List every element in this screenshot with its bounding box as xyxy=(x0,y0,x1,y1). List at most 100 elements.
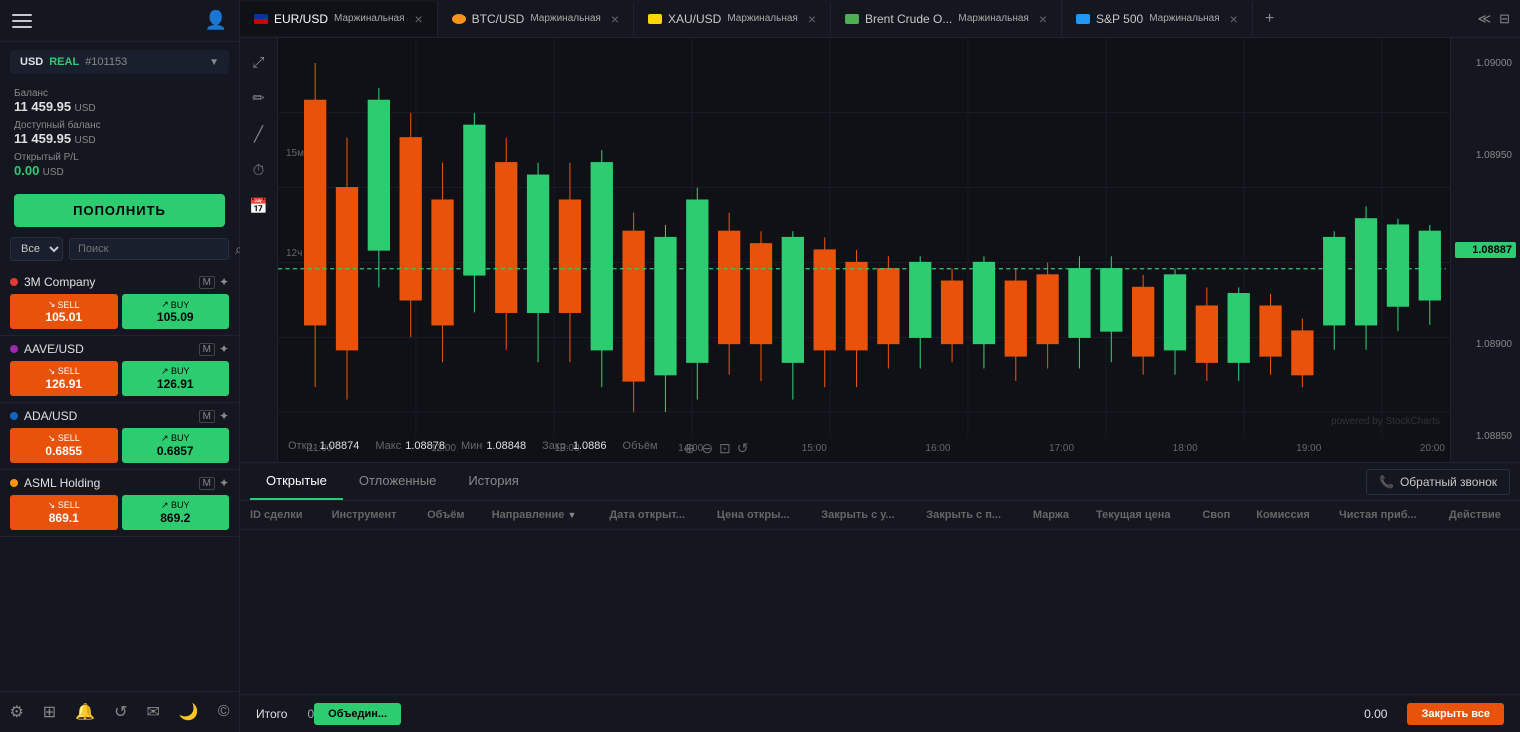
buy-button[interactable]: ↗ BUY 0.6857 xyxy=(122,428,230,463)
low-value: 1.08848 xyxy=(486,440,526,457)
instrument-indicator xyxy=(10,412,18,420)
time-label-1900: 19:00 xyxy=(1296,443,1321,454)
candlestick-chart xyxy=(278,38,1520,462)
line-tool[interactable]: ╱ xyxy=(245,120,273,148)
search-input[interactable] xyxy=(69,238,229,260)
tab-history[interactable]: История xyxy=(452,463,534,500)
open-value: 1.08874 xyxy=(320,440,360,457)
bottom-panel: Открытые Отложенные История 📞 Обратный з… xyxy=(240,462,1520,732)
col-swap: Своп xyxy=(1192,501,1246,530)
bottom-tabs-bar: Открытые Отложенные История 📞 Обратный з… xyxy=(240,463,1520,501)
pnl-label: Открытый Р/L xyxy=(14,152,225,163)
tab-close-icon[interactable]: × xyxy=(1230,11,1238,27)
tab-xauusd[interactable]: XAU/USD Маржинальная × xyxy=(634,2,831,36)
callback-label: Обратный звонок xyxy=(1400,475,1497,489)
category-filter[interactable]: Все xyxy=(10,237,63,261)
price-level-2: 1.08950 xyxy=(1455,150,1516,161)
notification-icon[interactable]: 🔔 xyxy=(75,702,95,722)
cursor-tool[interactable]: ⤢ xyxy=(245,48,273,76)
star-icon[interactable]: ✦ xyxy=(219,342,229,356)
zoom-in-icon[interactable]: ⊕ xyxy=(684,440,696,457)
btcusd-icon xyxy=(452,14,466,24)
tab-sublabel: Маржинальная xyxy=(334,13,404,24)
star-icon[interactable]: ✦ xyxy=(219,476,229,490)
chart-collapse-icon[interactable]: ≪ xyxy=(1477,11,1491,27)
tab-open-positions[interactable]: Открытые xyxy=(250,463,343,500)
sell-button[interactable]: ↘ SELL 105.01 xyxy=(10,294,118,329)
zoom-out-icon[interactable]: ⊖ xyxy=(701,440,713,457)
sidebar-footer: ⚙ ⊞ 🔔 ↺ ✉ 🌙 © xyxy=(0,691,239,732)
tab-label: S&P 500 xyxy=(1096,12,1143,26)
col-open-date: Дата открыт... xyxy=(599,501,707,530)
buy-button[interactable]: ↗ BUY 126.91 xyxy=(122,361,230,396)
tab-sublabel: Маржинальная xyxy=(958,13,1028,24)
col-instrument: Инструмент xyxy=(322,501,417,530)
time-label-1600: 16:00 xyxy=(925,443,950,454)
buy-button[interactable]: ↗ BUY 105.09 xyxy=(122,294,230,329)
user-avatar-icon[interactable]: 👤 xyxy=(205,10,227,31)
settings-icon[interactable]: ⚙ xyxy=(9,702,23,722)
tab-close-icon[interactable]: × xyxy=(414,11,422,27)
chart-settings-icon[interactable]: ⊟ xyxy=(1499,11,1510,27)
tab-eurusd[interactable]: EUR/USD Маржинальная × xyxy=(240,2,438,36)
mail-icon[interactable]: ✉ xyxy=(146,702,159,722)
tab-close-icon[interactable]: × xyxy=(808,11,816,27)
tab-close-icon[interactable]: × xyxy=(1039,11,1047,27)
tab-label: Brent Crude O... xyxy=(865,12,952,26)
col-current-price: Текущая цена xyxy=(1086,501,1192,530)
pnl-amount: 0.00 xyxy=(14,163,39,178)
star-icon[interactable]: ✦ xyxy=(219,275,229,289)
col-open-price: Цена откры... xyxy=(707,501,811,530)
refresh-icon[interactable]: ↺ xyxy=(114,702,127,722)
clock-tool[interactable]: ⏱ xyxy=(245,156,273,184)
instrument-indicator xyxy=(10,345,18,353)
account-selector[interactable]: USD REAL #101153 ▼ xyxy=(10,50,229,74)
menu-icon[interactable] xyxy=(12,14,32,28)
low-label: Мин xyxy=(461,440,482,457)
balance-currency: USD xyxy=(74,103,95,114)
tab-brent[interactable]: Brent Crude O... Маржинальная × xyxy=(831,2,1062,36)
grid-icon[interactable]: ⊞ xyxy=(43,702,56,722)
tab-sublabel: Маржинальная xyxy=(530,13,600,24)
sp500-icon xyxy=(1076,14,1090,24)
add-tab-button[interactable]: + xyxy=(1253,1,1286,37)
reset-icon[interactable]: ↺ xyxy=(737,440,749,457)
col-id: ID сделки xyxy=(240,501,322,530)
interval-12h-label: 12ч xyxy=(286,248,302,259)
total-value: 0 xyxy=(307,707,314,721)
merge-button[interactable]: Объедин... xyxy=(314,703,401,725)
current-price-label: 1.08887 xyxy=(1455,242,1516,258)
col-close-sl: Закрыть с у... xyxy=(811,501,916,530)
tab-btcusd[interactable]: BTC/USD Маржинальная × xyxy=(438,2,634,36)
instrument-name: ADA/USD xyxy=(24,409,193,423)
draw-tool[interactable]: ✏ xyxy=(245,84,273,112)
price-axis: 1.09000 1.08950 1.08887 1.08900 1.08850 xyxy=(1450,38,1520,462)
instrument-name: AAVE/USD xyxy=(24,342,193,356)
sell-button[interactable]: ↘ SELL 0.6855 xyxy=(10,428,118,463)
price-level-3: 1.08900 xyxy=(1455,339,1516,350)
buy-button[interactable]: ↗ BUY 869.2 xyxy=(122,495,230,530)
col-volume: Объём xyxy=(417,501,482,530)
deposit-button[interactable]: ПОПОЛНИТЬ xyxy=(14,194,225,227)
star-icon[interactable]: ✦ xyxy=(219,409,229,423)
available-amount: 11 459.95 xyxy=(14,131,71,146)
tab-pending-orders[interactable]: Отложенные xyxy=(343,463,452,500)
fit-icon[interactable]: ⊡ xyxy=(719,440,731,457)
price-level-4: 1.08850 xyxy=(1455,431,1516,442)
time-label-1800: 18:00 xyxy=(1173,443,1198,454)
tabs-bar: EUR/USD Маржинальная × BTC/USD Маржиналь… xyxy=(240,0,1520,38)
tab-label: EUR/USD xyxy=(274,12,328,26)
sell-button[interactable]: ↘ SELL 869.1 xyxy=(10,495,118,530)
tab-sublabel: Маржинальная xyxy=(727,13,797,24)
price-level-1: 1.09000 xyxy=(1455,58,1516,69)
close-value: 1.0886 xyxy=(573,440,607,457)
callback-button[interactable]: 📞 Обратный звонок xyxy=(1366,469,1510,495)
close-all-button[interactable]: Закрыть все xyxy=(1407,703,1504,725)
account-id: #101153 xyxy=(85,56,127,68)
time-label-2000: 20:00 xyxy=(1420,443,1445,454)
calendar-tool[interactable]: 📅 xyxy=(245,192,273,220)
theme-icon[interactable]: 🌙 xyxy=(179,702,199,722)
tab-sp500[interactable]: S&P 500 Маржинальная × xyxy=(1062,2,1253,36)
sell-button[interactable]: ↘ SELL 126.91 xyxy=(10,361,118,396)
tab-close-icon[interactable]: × xyxy=(611,11,619,27)
